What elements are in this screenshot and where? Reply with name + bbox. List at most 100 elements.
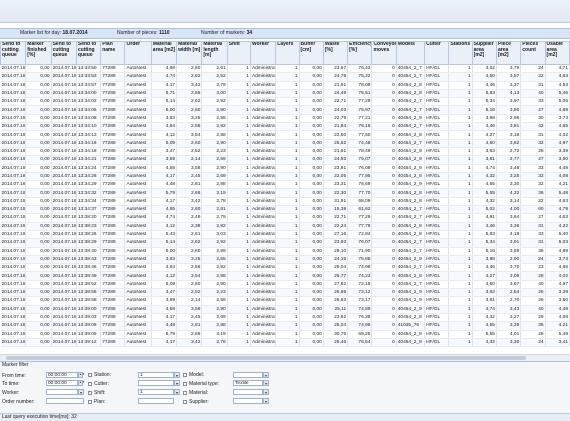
- table-row[interactable]: 2014.07.18 0,00 2014.07.18 13:34:26 77289 Aut…: [0, 172, 570, 182]
- model-dropdown-icon[interactable]: ▾: [263, 372, 269, 378]
- table-row[interactable]: 2014.07.18 0,00 2014.07.18 13:34:24 77289 Aut…: [0, 164, 570, 173]
- table-row[interactable]: 2014.07.18 0,00 2014.07.18 13:38:23 77289 Aut…: [0, 222, 570, 231]
- table-row[interactable]: 2014.07.18 0,00 2014.07.18 13:34:37 77289 Aut…: [0, 205, 570, 215]
- table-row[interactable]: 2014.07.18 0,00 2014.07.18 13:33:50 77289 Aut…: [0, 64, 570, 74]
- table-row[interactable]: 2014.07.18 0,00 2014.07.18 13:34:02 77289 Aut…: [0, 97, 570, 107]
- table-cell: 40454_2_8: [396, 313, 426, 323]
- cutter-dropdown-icon[interactable]: ▾: [174, 380, 180, 386]
- column-header[interactable]: Piece area [m2]: [495, 41, 522, 65]
- cutter-input[interactable]: [138, 380, 174, 386]
- table-row[interactable]: 2014.07.18 0,00 2014.07.18 13:38:43 77289 Aut…: [0, 255, 570, 265]
- column-header[interactable]: Waste [%]: [322, 41, 349, 65]
- table-row[interactable]: 2014.07.18 0,00 2014.07.18 13:33:53 77289 Aut…: [0, 72, 570, 82]
- table-row[interactable]: 2014.07.18 0,00 2014.07.18 13:34:10 77289 Aut…: [0, 122, 570, 132]
- to-time-input[interactable]: 00:00:00: [46, 380, 78, 386]
- model-input[interactable]: [233, 372, 263, 378]
- column-header[interactable]: Send to cutting queue: [0, 41, 27, 65]
- worker-input[interactable]: [46, 389, 78, 395]
- table-row[interactable]: 2014.07.18 0,00 2014.07.18 13:39:06 77289 Aut…: [0, 321, 570, 331]
- material-type-dropdown-icon[interactable]: ▾: [263, 380, 269, 386]
- column-header[interactable]: Material area [m2]: [150, 41, 178, 65]
- table-row[interactable]: 2014.07.18 0,00 2014.07.18 13:34:29 77289 Aut…: [0, 180, 570, 190]
- table-row[interactable]: 2014.07.18 0,00 2014.07.18 13:39:12 77289 Aut…: [0, 338, 570, 348]
- column-header[interactable]: Stations: [448, 41, 473, 65]
- material-type-input[interactable]: Textile: [233, 380, 263, 386]
- column-header[interactable]: Send to cutting queue: [75, 41, 102, 65]
- table-row[interactable]: 2014.07.18 0,00 2014.07.18 13:38:52 77289 Aut…: [0, 280, 570, 290]
- from-time-input[interactable]: 00:00:00: [46, 372, 78, 378]
- column-header[interactable]: Buffer [cm]: [298, 41, 324, 65]
- table-cell: HF/GL: [424, 72, 450, 82]
- column-header[interactable]: Efficiency [%]: [347, 41, 373, 65]
- scrollbar-thumb[interactable]: [6, 356, 526, 360]
- column-header[interactable]: Worker: [249, 41, 277, 65]
- table-row[interactable]: 2014.07.18 0,00 2014.07.18 13:38:20 77289 Aut…: [0, 213, 570, 223]
- table-row[interactable]: 2014.07.18 0,00 2014.07.18 13:38:58 77289 Aut…: [0, 296, 570, 306]
- table-row[interactable]: 2014.07.18 0,00 2014.07.18 13:34:34 77289 Aut…: [0, 197, 570, 207]
- table-cell: 76,69: [347, 180, 373, 190]
- column-header[interactable]: Plan name: [100, 41, 126, 65]
- station-input[interactable]: 1: [138, 372, 174, 378]
- shift-input[interactable]: 1: [138, 389, 174, 395]
- column-header[interactable]: Order: [124, 41, 152, 65]
- column-header[interactable]: Models: [395, 41, 426, 65]
- table-row[interactable]: 2014.07.18 0,00 2014.07.18 13:38:29 77289 Aut…: [0, 238, 570, 248]
- material-dropdown-icon[interactable]: ▾: [263, 389, 269, 395]
- column-header[interactable]: Supplier area [m2]: [471, 41, 497, 65]
- supplier-input[interactable]: [233, 398, 263, 404]
- table-row[interactable]: 2014.07.18 0,00 2014.07.18 13:38:40 77289 Aut…: [0, 247, 570, 256]
- station-checkbox[interactable]: [88, 373, 92, 377]
- table-row[interactable]: 2014.07.18 0,00 2014.07.18 13:34:05 77289 Aut…: [0, 105, 570, 115]
- to-time-spinner[interactable]: ▲▼: [78, 380, 85, 386]
- table-row[interactable]: 2014.07.18 0,00 2014.07.18 13:34:21 77289 Aut…: [0, 155, 570, 165]
- column-header[interactable]: Conveyor moves: [371, 41, 397, 65]
- column-header[interactable]: Marker finished [%]: [25, 41, 52, 65]
- table-row[interactable]: 2014.07.18 0,00 2014.07.18 13:38:46 77289 Aut…: [0, 263, 570, 273]
- material-checkbox[interactable]: [183, 391, 187, 395]
- table-row[interactable]: 2014.07.18 0,00 2014.07.18 13:34:16 77289 Aut…: [0, 139, 570, 148]
- table-cell: 4,02: [545, 271, 570, 281]
- model-checkbox[interactable]: [183, 373, 187, 377]
- cutter-checkbox[interactable]: [88, 382, 92, 386]
- table-cell: 2014.07.18: [51, 213, 77, 223]
- table-cell: 4,32: [472, 313, 497, 323]
- table-row[interactable]: 2014.07.18 0,00 2014.07.18 13:38:55 77289 Aut…: [0, 288, 570, 298]
- plan-input[interactable]: [138, 398, 174, 404]
- table-row[interactable]: 2014.07.18 0,00 2014.07.18 13:34:32 77289 Aut…: [0, 188, 570, 198]
- from-time-spinner[interactable]: ▲▼: [78, 372, 85, 378]
- column-header[interactable]: Pieces count: [520, 41, 546, 65]
- table-cell: 0: [371, 247, 397, 256]
- worker-dropdown-icon[interactable]: ▾: [78, 389, 84, 395]
- table-row[interactable]: 2014.07.18 0,00 2014.07.18 13:33:57 77289 Aut…: [0, 81, 570, 90]
- shift-checkbox[interactable]: [88, 391, 92, 395]
- table-row[interactable]: 2014.07.18 0,00 2014.07.18 13:34:00 77289 Aut…: [0, 89, 570, 99]
- material-input[interactable]: [233, 389, 263, 395]
- table-row[interactable]: 2014.07.18 0,00 2014.07.18 13:38:26 77289 Aut…: [0, 230, 570, 240]
- column-header[interactable]: Layers: [275, 41, 300, 65]
- table-row[interactable]: 2014.07.18 0,00 2014.07.18 13:34:08 77289 Aut…: [0, 114, 570, 124]
- table-row[interactable]: 2014.07.18 0,00 2014.07.18 13:39:09 77289 Aut…: [0, 330, 570, 339]
- plan-checkbox[interactable]: [88, 400, 92, 404]
- material-type-checkbox[interactable]: [183, 382, 187, 386]
- table-row[interactable]: 2014.07.18 0,00 2014.07.18 13:34:18 77289 Aut…: [0, 147, 570, 157]
- table-cell: 4,32: [472, 172, 497, 182]
- column-header[interactable]: Shift: [226, 41, 251, 65]
- marker-table[interactable]: Send to cutting queue Marker finished [%]…: [0, 41, 570, 354]
- order-number-input[interactable]: [46, 398, 84, 404]
- horizontal-scrollbar[interactable]: [0, 354, 570, 361]
- supplier-dropdown-icon[interactable]: ▾: [263, 398, 269, 404]
- station-dropdown-icon[interactable]: ▾: [174, 372, 180, 378]
- table-cell: AutoNest: [124, 89, 152, 99]
- table-row[interactable]: 2014.07.18 0,00 2014.07.18 13:34:13 77289 Aut…: [0, 130, 570, 140]
- table-cell: 24,49: [323, 89, 349, 99]
- table-row[interactable]: 2014.07.18 0,00 2014.07.18 13:39:00 77289 Aut…: [0, 305, 570, 314]
- column-header[interactable]: Material length [m]: [201, 41, 228, 65]
- table-row[interactable]: 2014.07.18 0,00 2014.07.18 13:39:03 77289 Aut…: [0, 313, 570, 323]
- shift-dropdown-icon[interactable]: ▾: [174, 389, 180, 395]
- column-header[interactable]: Send to cutting queue: [50, 41, 77, 65]
- column-header[interactable]: Usable area [m2]: [544, 41, 570, 65]
- column-header[interactable]: Material width [m]: [176, 41, 203, 65]
- supplier-checkbox[interactable]: [183, 400, 187, 404]
- column-header[interactable]: Cutter: [424, 41, 450, 65]
- table-row[interactable]: 2014.07.18 0,00 2014.07.18 13:38:49 77289 Aut…: [0, 271, 570, 281]
